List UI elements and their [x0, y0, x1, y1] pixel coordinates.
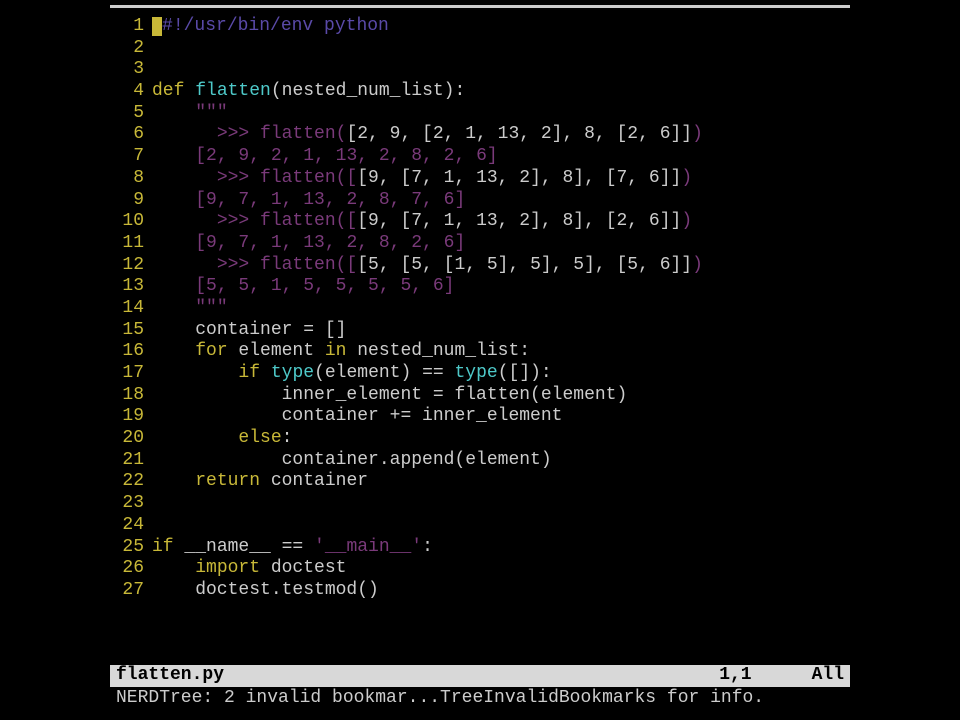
line-content: container = [] — [152, 320, 850, 342]
line-number: 22 — [110, 471, 152, 493]
line-content: for element in nested_num_list: — [152, 341, 850, 363]
line-number: 12 — [110, 255, 152, 277]
line-number: 2 — [110, 38, 152, 60]
line-content: container += inner_element — [152, 406, 850, 428]
line-number: 27 — [110, 580, 152, 602]
line-content: >>> flatten([[9, [7, 1, 13, 2], 8], [7, … — [152, 168, 850, 190]
line-number: 26 — [110, 558, 152, 580]
line-content: #!/usr/bin/env python — [152, 16, 850, 38]
line-number: 16 — [110, 341, 152, 363]
code-line[interactable]: 27 doctest.testmod() — [110, 580, 850, 602]
editor-window: 1#!/usr/bin/env python234def flatten(nes… — [110, 5, 850, 710]
line-content: else: — [152, 428, 850, 450]
code-line[interactable]: 26 import doctest — [110, 558, 850, 580]
status-bar: flatten.py 1,1 All — [110, 665, 850, 687]
line-content: container.append(element) — [152, 450, 850, 472]
code-line[interactable]: 20 else: — [110, 428, 850, 450]
status-position: 1,1 — [719, 665, 751, 687]
line-number: 25 — [110, 537, 152, 559]
line-content — [152, 493, 850, 515]
line-content: [9, 7, 1, 13, 2, 8, 7, 6] — [152, 190, 850, 212]
line-number: 13 — [110, 276, 152, 298]
line-number: 15 — [110, 320, 152, 342]
line-number: 8 — [110, 168, 152, 190]
line-number: 5 — [110, 103, 152, 125]
code-line[interactable]: 22 return container — [110, 471, 850, 493]
code-line[interactable]: 23 — [110, 493, 850, 515]
message-text: NERDTree: 2 invalid bookmar...TreeInvali… — [116, 688, 764, 710]
status-percent: All — [812, 665, 844, 687]
code-line[interactable]: 14 """ — [110, 298, 850, 320]
line-content: doctest.testmod() — [152, 580, 850, 602]
line-number: 1 — [110, 16, 152, 38]
code-line[interactable]: 24 — [110, 515, 850, 537]
line-number: 24 — [110, 515, 152, 537]
line-number: 19 — [110, 406, 152, 428]
line-number: 18 — [110, 385, 152, 407]
cursor — [152, 17, 162, 36]
message-bar: NERDTree: 2 invalid bookmar...TreeInvali… — [110, 688, 850, 710]
line-number: 3 — [110, 59, 152, 81]
code-line[interactable]: 10 >>> flatten([[9, [7, 1, 13, 2], 8], [… — [110, 211, 850, 233]
code-line[interactable]: 21 container.append(element) — [110, 450, 850, 472]
line-content: return container — [152, 471, 850, 493]
line-content: import doctest — [152, 558, 850, 580]
code-line[interactable]: 9 [9, 7, 1, 13, 2, 8, 7, 6] — [110, 190, 850, 212]
line-content: def flatten(nested_num_list): — [152, 81, 850, 103]
code-line[interactable]: 13 [5, 5, 1, 5, 5, 5, 5, 6] — [110, 276, 850, 298]
line-content: [2, 9, 2, 1, 13, 2, 8, 2, 6] — [152, 146, 850, 168]
code-line[interactable]: 3 — [110, 59, 850, 81]
line-content — [152, 59, 850, 81]
code-area[interactable]: 1#!/usr/bin/env python234def flatten(nes… — [110, 8, 850, 602]
line-number: 17 — [110, 363, 152, 385]
line-number: 14 — [110, 298, 152, 320]
line-content — [152, 38, 850, 60]
code-line[interactable]: 17 if type(element) == type([]): — [110, 363, 850, 385]
code-line[interactable]: 25if __name__ == '__main__': — [110, 537, 850, 559]
line-number: 9 — [110, 190, 152, 212]
line-number: 10 — [110, 211, 152, 233]
line-content: inner_element = flatten(element) — [152, 385, 850, 407]
line-content: >>> flatten([2, 9, [2, 1, 13, 2], 8, [2,… — [152, 124, 850, 146]
code-line[interactable]: 12 >>> flatten([[5, [5, [1, 5], 5], 5], … — [110, 255, 850, 277]
status-filename: flatten.py — [116, 665, 224, 687]
line-content — [152, 515, 850, 537]
code-line[interactable]: 1#!/usr/bin/env python — [110, 16, 850, 38]
code-line[interactable]: 18 inner_element = flatten(element) — [110, 385, 850, 407]
code-line[interactable]: 16 for element in nested_num_list: — [110, 341, 850, 363]
line-content: """ — [152, 103, 850, 125]
line-content: if type(element) == type([]): — [152, 363, 850, 385]
line-content: [9, 7, 1, 13, 2, 8, 2, 6] — [152, 233, 850, 255]
code-line[interactable]: 4def flatten(nested_num_list): — [110, 81, 850, 103]
line-number: 6 — [110, 124, 152, 146]
code-line[interactable]: 19 container += inner_element — [110, 406, 850, 428]
code-line[interactable]: 5 """ — [110, 103, 850, 125]
code-line[interactable]: 2 — [110, 38, 850, 60]
line-content: [5, 5, 1, 5, 5, 5, 5, 6] — [152, 276, 850, 298]
line-content: >>> flatten([[9, [7, 1, 13, 2], 8], [2, … — [152, 211, 850, 233]
line-number: 7 — [110, 146, 152, 168]
line-number: 20 — [110, 428, 152, 450]
line-number: 21 — [110, 450, 152, 472]
code-line[interactable]: 7 [2, 9, 2, 1, 13, 2, 8, 2, 6] — [110, 146, 850, 168]
line-number: 4 — [110, 81, 152, 103]
line-content: if __name__ == '__main__': — [152, 537, 850, 559]
code-line[interactable]: 8 >>> flatten([[9, [7, 1, 13, 2], 8], [7… — [110, 168, 850, 190]
code-line[interactable]: 6 >>> flatten([2, 9, [2, 1, 13, 2], 8, [… — [110, 124, 850, 146]
line-content: >>> flatten([[5, [5, [1, 5], 5], 5], [5,… — [152, 255, 850, 277]
line-number: 11 — [110, 233, 152, 255]
line-number: 23 — [110, 493, 152, 515]
line-content: """ — [152, 298, 850, 320]
code-line[interactable]: 15 container = [] — [110, 320, 850, 342]
code-line[interactable]: 11 [9, 7, 1, 13, 2, 8, 2, 6] — [110, 233, 850, 255]
